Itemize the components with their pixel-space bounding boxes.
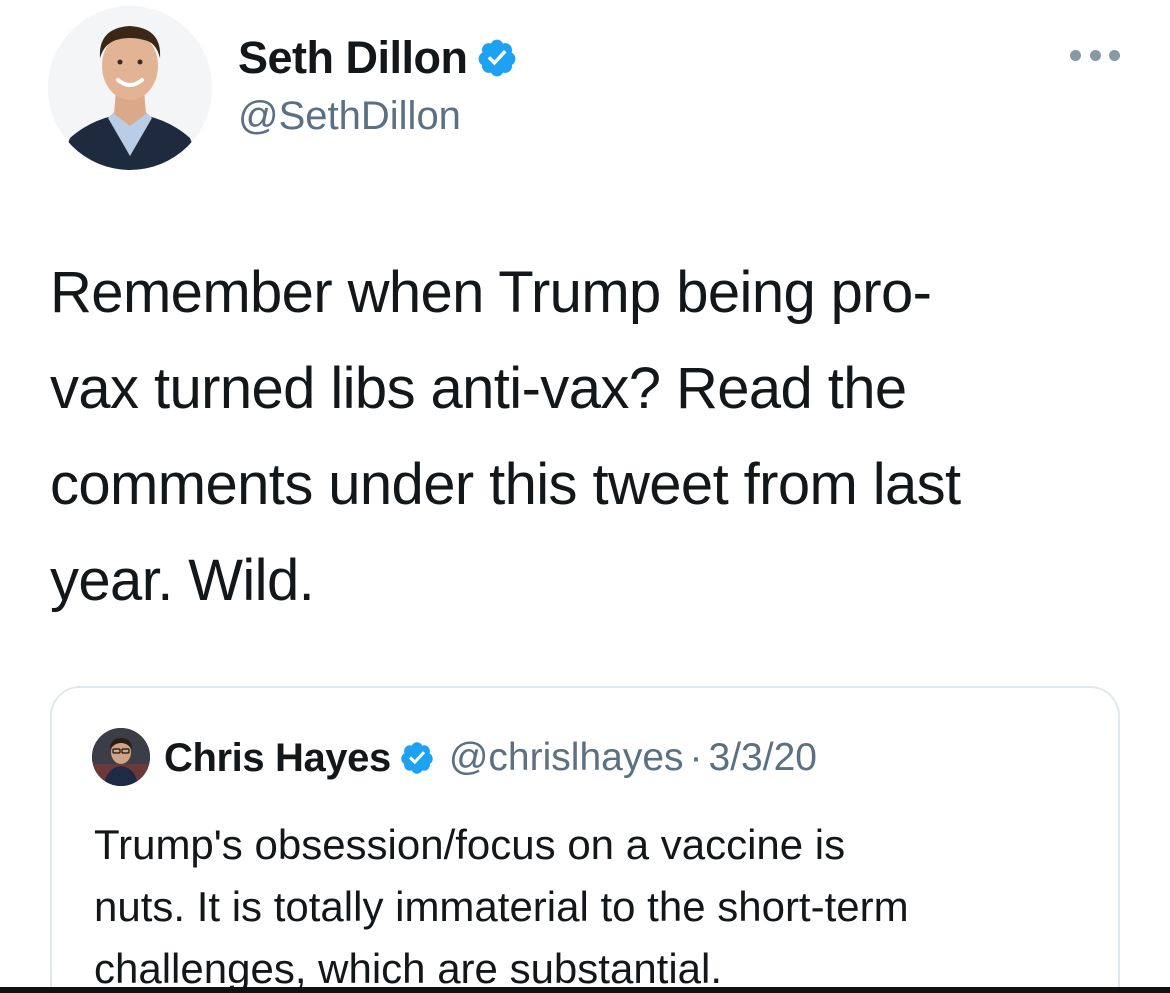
quoted-header-separator: ·: [689, 736, 703, 779]
verified-badge-icon: [401, 742, 433, 774]
author-name-row: Seth Dillon: [238, 30, 518, 86]
author-avatar-image: [48, 6, 212, 170]
quoted-author-avatar-image: [92, 728, 150, 786]
more-options-icon[interactable]: [1070, 40, 1120, 70]
quoted-tweet-header: Chris Hayes @chrislhayes · 3/3/20: [164, 732, 817, 784]
bottom-edge-divider: [0, 987, 1170, 993]
more-dot: [1109, 49, 1120, 61]
quoted-author-handle: @chrislhayes: [448, 736, 684, 779]
more-dot: [1070, 49, 1081, 61]
author-display-name[interactable]: Seth Dillon: [238, 32, 468, 84]
verified-badge-icon: [478, 39, 515, 77]
quoted-tweet-card[interactable]: Chris Hayes @chrislhayes · 3/3/20 Trump'…: [50, 686, 1120, 993]
quoted-tweet-text: Trump's obsession/focus on a vaccine is …: [94, 821, 909, 992]
tweet: Seth Dillon @SethDillon Remember when Tr…: [0, 0, 1170, 993]
more-dot: [1089, 49, 1101, 61]
quoted-author-avatar: [92, 728, 150, 786]
author-handle[interactable]: @SethDillon: [238, 94, 461, 139]
author-avatar[interactable]: [48, 6, 212, 170]
tweet-text: Remember when Trump being pro- vax turne…: [50, 260, 961, 613]
quoted-author-name: Chris Hayes: [164, 735, 391, 780]
quoted-tweet-date: 3/3/20: [708, 736, 817, 779]
